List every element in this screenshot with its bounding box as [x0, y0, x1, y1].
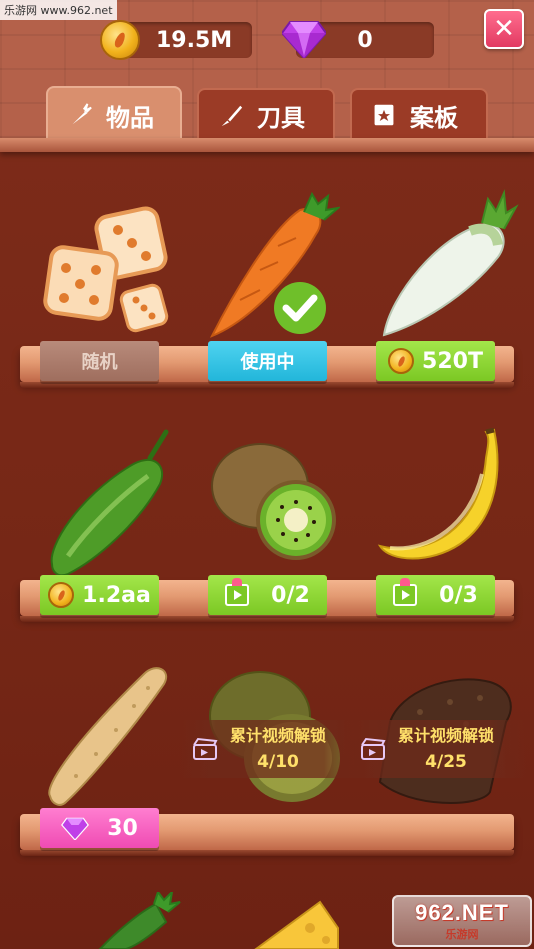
melon-unlock-label: 累计视频解锁 4/10	[180, 720, 360, 778]
in-use-button[interactable]: 使用中	[208, 341, 327, 381]
coin-icon	[388, 348, 415, 374]
carrot-icon	[66, 101, 94, 129]
film-clapper-icon	[361, 737, 386, 760]
tab-items-label: 物品	[106, 103, 154, 132]
cucumber-item[interactable]	[38, 428, 178, 578]
random-button[interactable]: 随机	[40, 341, 159, 381]
cucumber-price-button[interactable]: 1.2aa	[40, 575, 159, 615]
kiwi-video-button[interactable]: 0/2	[208, 575, 327, 615]
board-icon	[370, 101, 398, 129]
kiwi-progress: 0/2	[271, 582, 310, 608]
potato-stick-item[interactable]	[36, 660, 176, 810]
banana-video-button[interactable]: 0/3	[376, 575, 495, 615]
watermark-sub-text: 乐游网	[445, 928, 479, 941]
bread-unlock-text: 累计视频解锁	[398, 726, 495, 745]
header-ledge	[0, 138, 534, 152]
coin-icon	[48, 582, 75, 608]
tab-items[interactable]: 物品	[46, 86, 182, 142]
selected-check-icon	[274, 282, 326, 334]
cheese-item	[254, 900, 339, 949]
knife-icon	[217, 101, 245, 129]
gem-icon	[61, 817, 90, 840]
coin-icon	[100, 20, 140, 60]
tab-boards-label: 案板	[410, 103, 458, 132]
melon-unlock-text: 累计视频解锁	[230, 726, 327, 745]
dice-item[interactable]	[40, 200, 180, 335]
potato-gem-price: 30	[107, 815, 138, 841]
video-icon	[225, 578, 250, 606]
kiwi-item[interactable]	[206, 440, 346, 570]
radish-price-button[interactable]: 520T	[376, 341, 495, 381]
top-watermark: 乐游网 www.962.net	[0, 0, 117, 20]
shop-screen: 乐游网 www.962.net 19.5M 0 ✕ 物品 刀具 案板 随机 使用…	[0, 0, 534, 949]
tab-knives[interactable]: 刀具	[197, 88, 335, 140]
tab-knives-label: 刀具	[257, 103, 305, 132]
random-button-label: 随机	[81, 352, 118, 373]
close-button[interactable]: ✕	[484, 9, 524, 49]
cucumber-price: 1.2aa	[82, 582, 151, 608]
in-use-label: 使用中	[240, 352, 295, 373]
tab-boards[interactable]: 案板	[350, 88, 488, 140]
video-icon	[393, 578, 418, 606]
partial-vegetable-item	[98, 892, 181, 949]
radish-price: 520T	[422, 348, 483, 374]
potato-gem-button[interactable]: 30	[40, 808, 159, 848]
banana-progress: 0/3	[439, 582, 478, 608]
gem-icon	[282, 21, 326, 58]
coin-amount: 19.5M	[156, 27, 233, 53]
bread-unlock-count: 4/25	[425, 752, 467, 772]
bread-unlock-label: 累计视频解锁 4/25	[346, 720, 526, 778]
close-icon: ✕	[493, 14, 515, 44]
banana-item[interactable]	[370, 428, 510, 568]
bottom-watermark: 962.NET 乐游网	[392, 895, 532, 947]
watermark-main-text: 962.NET	[415, 900, 509, 925]
gem-amount: 0	[357, 27, 373, 53]
film-clapper-icon	[193, 737, 218, 760]
melon-unlock-count: 4/10	[257, 752, 299, 772]
radish-item[interactable]	[370, 185, 520, 340]
